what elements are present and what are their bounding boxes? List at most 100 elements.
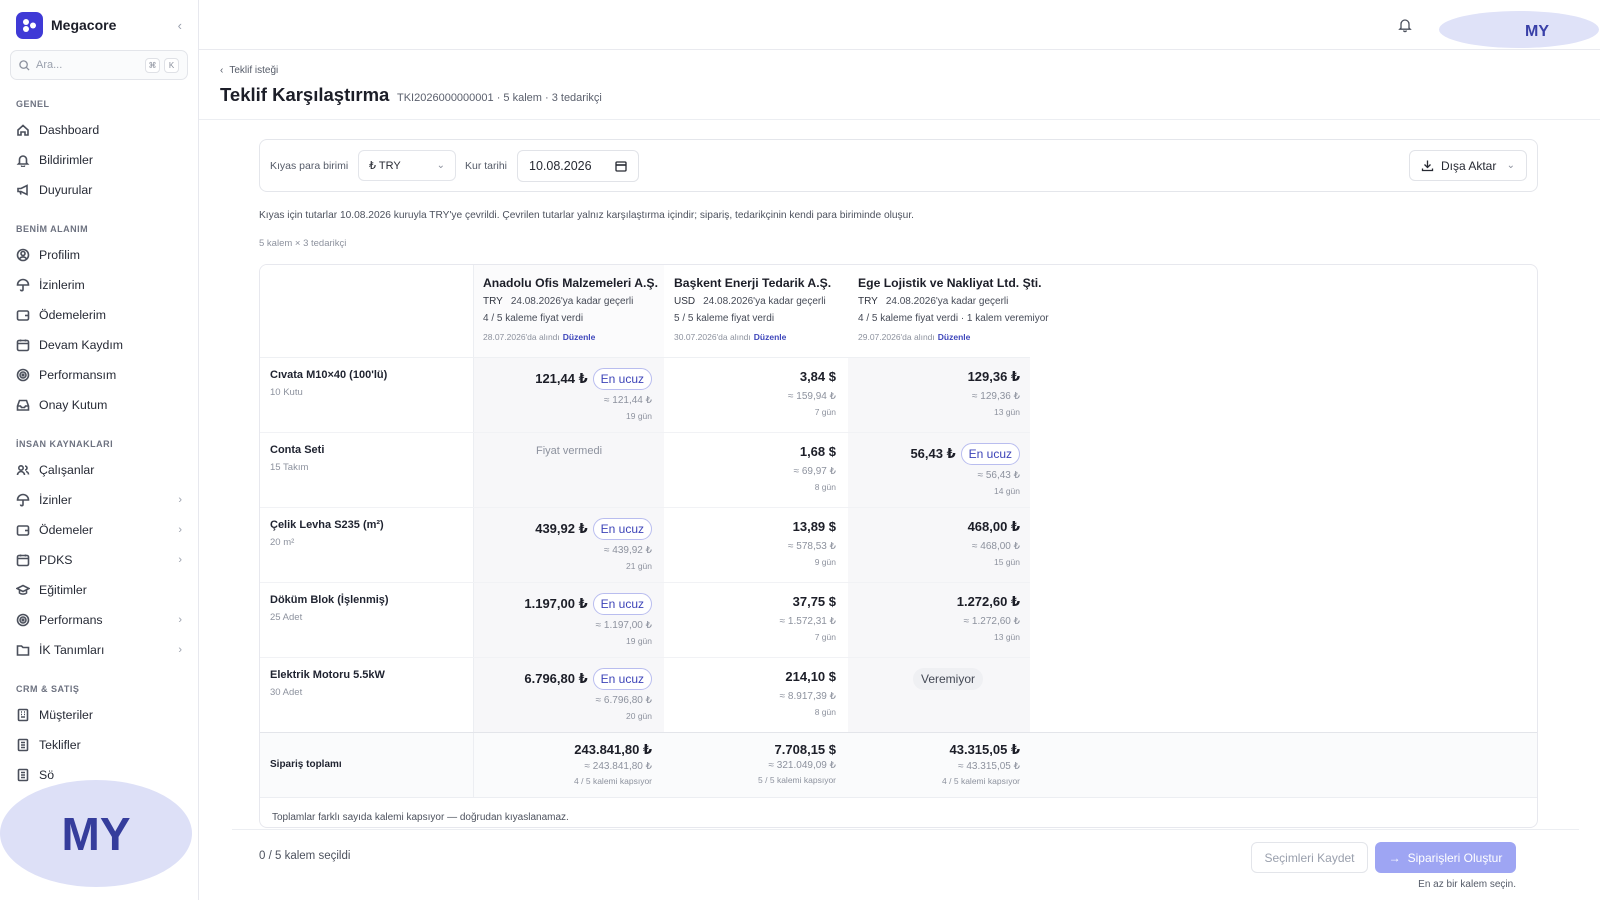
sidebar-item-label: Bildirimler (39, 153, 93, 167)
chevron-right-icon: › (178, 524, 182, 536)
item-qty: 15 Takım (270, 462, 309, 473)
offer-lead-time: 21 gün (626, 561, 652, 571)
offer-price-line: 468,00 ₺ (830, 518, 1020, 536)
offer-cell[interactable]: 3,84 $ ≈ 159,94 ₺ 7 gün (646, 368, 836, 417)
search-icon (19, 59, 30, 71)
sidebar-item[interactable]: Ödemelerim (0, 300, 198, 330)
sidebar-item[interactable]: Teklifler (0, 730, 198, 760)
folder-icon (16, 645, 30, 656)
sidebar-item[interactable]: İzinlerim (0, 270, 198, 300)
sidebar-item[interactable]: Bildirimler (0, 145, 198, 175)
sidebar-item[interactable]: İzinler › (0, 485, 198, 515)
item-label: Döküm Blok (İşlenmiş) 25 Adet (270, 594, 470, 623)
sidebar-item[interactable]: Profilim (0, 240, 198, 270)
create-orders-button[interactable]: → Siparişleri Oluştur (1375, 842, 1516, 873)
sidebar-item-label: Onay Kutum (39, 398, 108, 412)
offer-approx: ≈ 159,94 ₺ (788, 391, 836, 402)
logo-icon (16, 11, 43, 39)
sidebar-item[interactable]: Performansım (0, 360, 198, 390)
calendar-icon (16, 339, 30, 352)
supplier-header: Anadolu Ofis Malzemeleri A.Ş. TRY 24.08.2… (483, 265, 663, 357)
offer-lead-time: 15 gün (994, 557, 1020, 567)
item-qty: 20 m² (270, 537, 295, 548)
sidebar-item[interactable]: PDKS › (0, 545, 198, 575)
edit-offer-link[interactable]: Düzenle (563, 332, 596, 342)
save-selections-button[interactable]: Seçimleri Kaydet (1251, 842, 1368, 873)
sidebar-item[interactable]: Dashboard (0, 115, 198, 145)
sidebar-item-label: Performansım (39, 368, 117, 382)
offer-cell[interactable]: 439,92 ₺ En ucuz ≈ 439,92 ₺ 21 gün (462, 518, 652, 571)
edit-offer-link[interactable]: Düzenle (754, 332, 787, 342)
offer-cell[interactable]: 1,68 $ ≈ 69,97 ₺ 8 gün (646, 443, 836, 492)
offer-cell[interactable]: 121,44 ₺ En ucuz ≈ 121,44 ₺ 19 gün (462, 368, 652, 421)
chevron-left-icon[interactable]: ‹ (178, 18, 182, 33)
notifications-bell-icon[interactable] (1397, 17, 1413, 33)
sidebar-item-label: Dashboard (39, 123, 100, 137)
sidebar-item-label: İK Tanımları (39, 643, 105, 657)
offer-cell[interactable]: 56,43 ₺ En ucuz ≈ 56,43 ₺ 14 gün (830, 443, 1020, 496)
offer-price-line: 37,75 $ (646, 593, 836, 611)
sidebar-item-label: Teklifler (39, 738, 81, 752)
total-cell: 243.841,80 ₺ ≈ 243.841,80 ₺ 4 / 5 kalemi… (462, 742, 652, 786)
offer-price: 214,10 $ (785, 669, 836, 684)
watermark-initials: MY (61, 807, 131, 860)
search-input[interactable]: Ara... ⌘ K (10, 50, 188, 80)
create-hint: En az bir kalem seçin. (1418, 879, 1516, 890)
offer-cell[interactable]: 129,36 ₺ ≈ 129,36 ₺ 13 gün (830, 368, 1020, 417)
currency-select[interactable]: ₺ TRY ⌄ (358, 150, 456, 181)
row-divider (260, 507, 1030, 508)
total-price: 43.315,05 ₺ (949, 742, 1021, 757)
totals-note: Toplamlar farklı sayıda kalemi kapsıyor … (272, 812, 569, 823)
item-label: Elektrik Motoru 5.5kW 30 Adet (270, 669, 470, 698)
unavailable-badge: Veremiyor (913, 668, 984, 690)
export-button[interactable]: Dışa Aktar ⌄ (1409, 150, 1527, 181)
user-avatar[interactable]: MY (1439, 11, 1599, 48)
total-coverage: 4 / 5 kalemi kapsıyor (574, 776, 652, 786)
sidebar-item[interactable]: Eğitimler (0, 575, 198, 605)
item-name: Çelik Levha S235 (m²) (270, 519, 384, 531)
item-name: Döküm Blok (İşlenmiş) (270, 594, 389, 606)
wallet-icon (16, 525, 30, 536)
breadcrumb[interactable]: ‹ Teklif isteği (220, 65, 278, 76)
arrow-right-icon: → (1388, 850, 1401, 865)
offer-cell[interactable]: 468,00 ₺ ≈ 468,00 ₺ 15 gün (830, 518, 1020, 567)
offer-price: 56,43 ₺ (910, 446, 956, 462)
total-approx: ≈ 321.049,09 ₺ (768, 760, 836, 771)
offer-cell[interactable]: 13,89 $ ≈ 578,53 ₺ 9 gün (646, 518, 836, 567)
row-divider (260, 582, 1030, 583)
sidebar-item-label: Çalışanlar (39, 463, 95, 477)
offer-cell[interactable]: 1.197,00 ₺ En ucuz ≈ 1.197,00 ₺ 19 gün (462, 593, 652, 646)
supplier-currency: USD (674, 296, 696, 307)
total-approx: ≈ 43.315,05 ₺ (958, 761, 1020, 772)
supplier-validity: TRY 24.08.2026'ya kadar geçerli (858, 296, 1038, 307)
sidebar-item[interactable]: Ödemeler › (0, 515, 198, 545)
offer-cell[interactable]: 6.796,80 ₺ En ucuz ≈ 6.796,80 ₺ 20 gün (462, 668, 652, 721)
sidebar-item-label: İzinlerim (39, 278, 85, 292)
conversion-note: Kıyas için tutarlar 10.08.2026 kuruyla T… (259, 210, 914, 221)
item-qty: 10 Kutu (270, 387, 303, 398)
offer-price-line: 214,10 $ (646, 668, 836, 686)
rate-date-input[interactable]: 10.08.2026 (517, 150, 639, 182)
edit-offer-link[interactable]: Düzenle (938, 332, 971, 342)
supplier-name: Ege Lojistik ve Nakliyat Ltd. Şti. (858, 276, 1042, 290)
sidebar-item[interactable]: Performans › (0, 605, 198, 635)
sidebar-item[interactable]: İK Tanımları › (0, 635, 198, 665)
app-name: Megacore (51, 17, 117, 33)
sidebar-item[interactable]: Çalışanlar (0, 455, 198, 485)
sidebar-item[interactable]: Duyurular (0, 175, 198, 205)
offer-lead-time: 19 gün (626, 636, 652, 646)
sidebar-item[interactable]: Müşteriler (0, 700, 198, 730)
sidebar-item[interactable]: Devam Kaydım (0, 330, 198, 360)
row-divider (260, 657, 1030, 658)
supplier-currency: TRY (483, 296, 503, 307)
wallet-icon (16, 310, 30, 321)
sidebar-item[interactable]: Onay Kutum (0, 390, 198, 420)
offer-price-line: 129,36 ₺ (830, 368, 1020, 386)
offer-cell[interactable]: 1.272,60 ₺ ≈ 1.272,60 ₺ 13 gün (830, 593, 1020, 642)
document-icon (17, 768, 29, 782)
offer-cell[interactable]: 37,75 $ ≈ 1.572,31 ₺ 7 gün (646, 593, 836, 642)
offer-cell[interactable]: 214,10 $ ≈ 8.917,39 ₺ 8 gün (646, 668, 836, 717)
offer-price-line: 3,84 $ (646, 368, 836, 386)
item-label: Cıvata M10×40 (100'lü) 10 Kutu (270, 369, 470, 398)
kbd-k: K (164, 57, 179, 73)
